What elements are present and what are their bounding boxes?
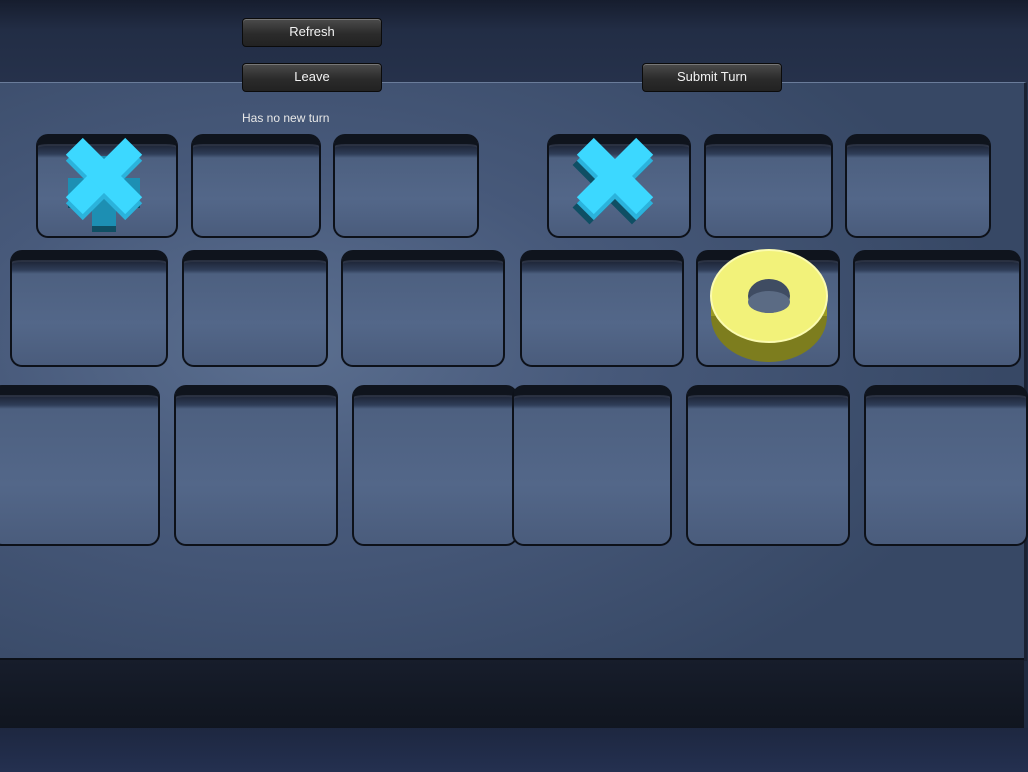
right-cell-1-0[interactable] [520, 250, 684, 367]
right-cell-2-2[interactable] [864, 385, 1028, 546]
left-cell-2-2[interactable] [352, 385, 518, 546]
cross-piece-icon [65, 137, 143, 232]
right-cell-0-2[interactable] [845, 134, 991, 238]
right-cell-2-1[interactable] [686, 385, 850, 546]
ring-piece-icon [710, 249, 828, 362]
left-cell-0-1[interactable] [191, 134, 321, 238]
leave-button[interactable]: Leave [242, 63, 382, 92]
right-cell-1-2[interactable] [853, 250, 1021, 367]
turn-status-text: Has no new turn [242, 111, 330, 125]
cross-piece-icon [572, 137, 654, 225]
left-cell-2-1[interactable] [174, 385, 338, 546]
floor [0, 728, 1028, 772]
left-cell-1-1[interactable] [182, 250, 328, 367]
left-cell-1-0[interactable] [10, 250, 168, 367]
refresh-button[interactable]: Refresh [242, 18, 382, 47]
left-cell-0-2[interactable] [333, 134, 479, 238]
right-cell-0-1[interactable] [704, 134, 833, 238]
submit-turn-button[interactable]: Submit Turn [642, 63, 782, 92]
left-cell-2-0[interactable] [0, 385, 160, 546]
right-cell-2-0[interactable] [512, 385, 672, 546]
board-front-edge [0, 658, 1024, 730]
left-cell-1-2[interactable] [341, 250, 505, 367]
